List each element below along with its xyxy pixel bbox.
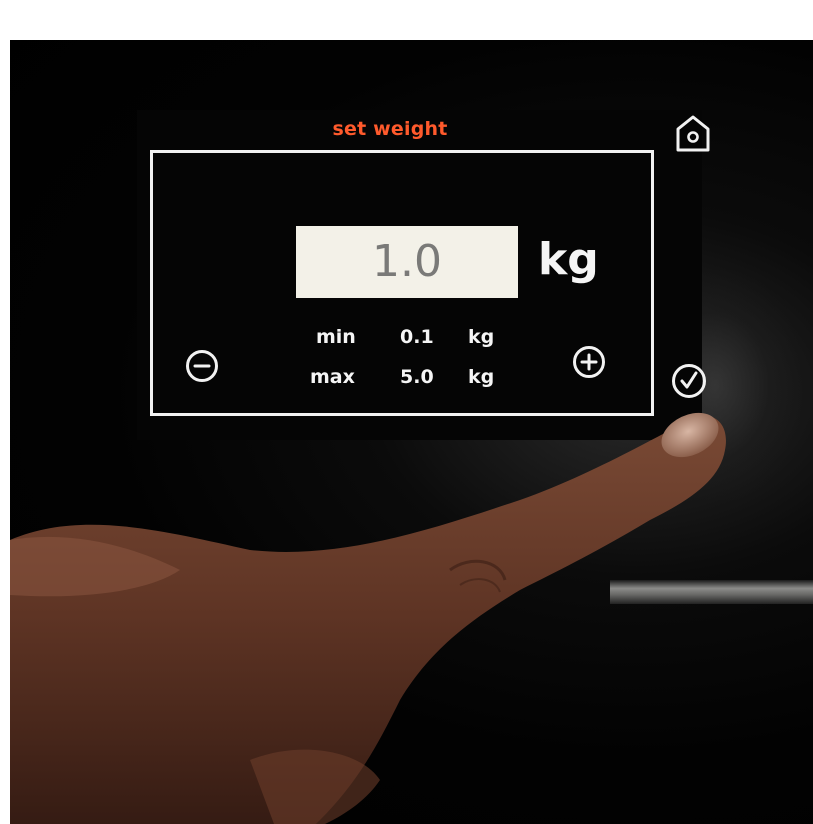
plus-circle-icon [580, 353, 598, 371]
min-label: min [316, 326, 356, 348]
home-button[interactable] [674, 112, 712, 154]
increase-button[interactable] [573, 346, 605, 378]
min-value: 0.1 [400, 326, 434, 348]
minus-circle-icon [193, 364, 211, 368]
weight-unit: kg [538, 234, 599, 285]
oven-control-panel: set weight 1.0 kg min 0.1 kg max 5.0 kg [10, 40, 813, 824]
screen-title: set weight [332, 118, 448, 140]
home-icon [676, 115, 710, 152]
min-unit: kg [468, 326, 495, 348]
weight-value-field[interactable]: 1.0 [296, 226, 518, 298]
pointing-finger [10, 412, 726, 824]
decrease-button[interactable] [186, 350, 218, 382]
